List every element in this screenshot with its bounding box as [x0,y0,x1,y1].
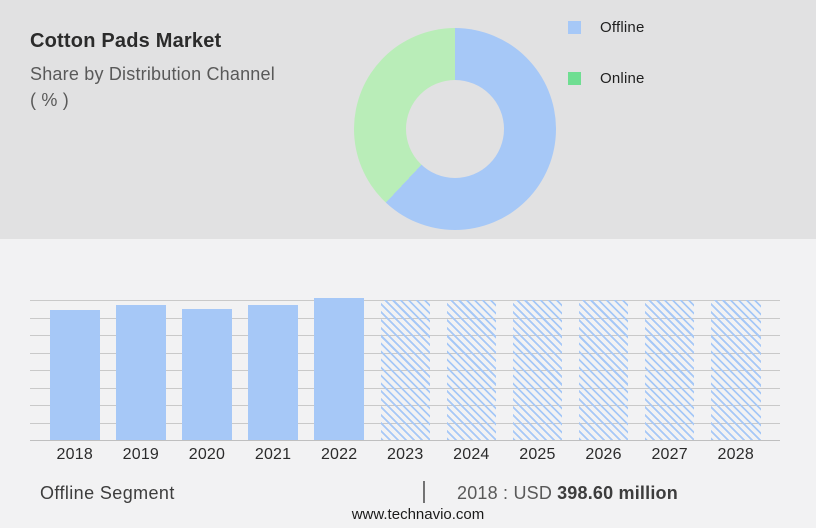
x-axis-label-2020: 2020 [188,446,226,463]
x-axis-label-2028: 2028 [717,446,754,463]
x-axis-label-2018: 2018 [56,446,93,463]
bar-2021 [248,305,298,440]
header-section: Cotton Pads Market Share by Distribution… [0,0,816,239]
legend-label-offline: Offline [600,18,645,36]
chart-legend: Offline Online [568,15,645,117]
page-subtitle: Share by Distribution Channel ( % ) [30,61,340,113]
bar-2028-forecast [711,300,761,440]
bar-plot: 2018 2019 2020 2021 2022 2023 2024 2025 2026 2027… [30,297,780,463]
bar-2025-forecast [512,300,563,440]
segment-label: Offline Segment [40,483,175,503]
x-axis-label-2025: 2025 [519,446,556,463]
bar-2023-forecast [380,300,430,440]
stat-value: 398.60 million [557,483,678,503]
page-title: Cotton Pads Market [30,30,222,52]
stat-line: 2018 : USD 398.60 million [457,483,678,504]
bar-2019 [116,304,166,440]
stat-prefix: 2018 : USD [457,483,553,503]
website-url: www.technavio.com [351,506,485,523]
legend-item-offline: Offline [568,15,645,39]
bar-2027-forecast [644,300,695,440]
offline-swatch-icon [568,20,581,34]
x-axis-line [30,440,780,441]
x-axis-label-2022: 2022 [320,446,358,463]
x-axis-label-2027: 2027 [651,446,688,463]
x-axis-label-2019: 2019 [122,446,160,463]
stat-separator: | [421,477,427,503]
donut-hole [406,80,504,178]
x-axis-label-2021: 2021 [254,446,292,463]
bar-2024-forecast [446,300,497,440]
x-axis-label-2024: 2024 [453,446,490,463]
bar-2020 [182,309,232,440]
donut-chart [354,28,556,230]
subtitle-line1: Share by Distribution Channel [30,64,275,84]
bar-2018 [50,310,100,440]
subtitle-line2: ( % ) [30,90,69,110]
legend-label-online: Online [600,69,645,87]
x-axis-label-2026: 2026 [585,446,622,463]
x-axis-label-2023: 2023 [387,446,424,463]
legend-item-online: Online [568,66,645,90]
bar-2026-forecast [578,300,629,440]
online-swatch-icon [568,71,581,85]
bar-2022 [314,297,364,440]
title-block: Cotton Pads Market Share by Distribution… [30,30,340,113]
